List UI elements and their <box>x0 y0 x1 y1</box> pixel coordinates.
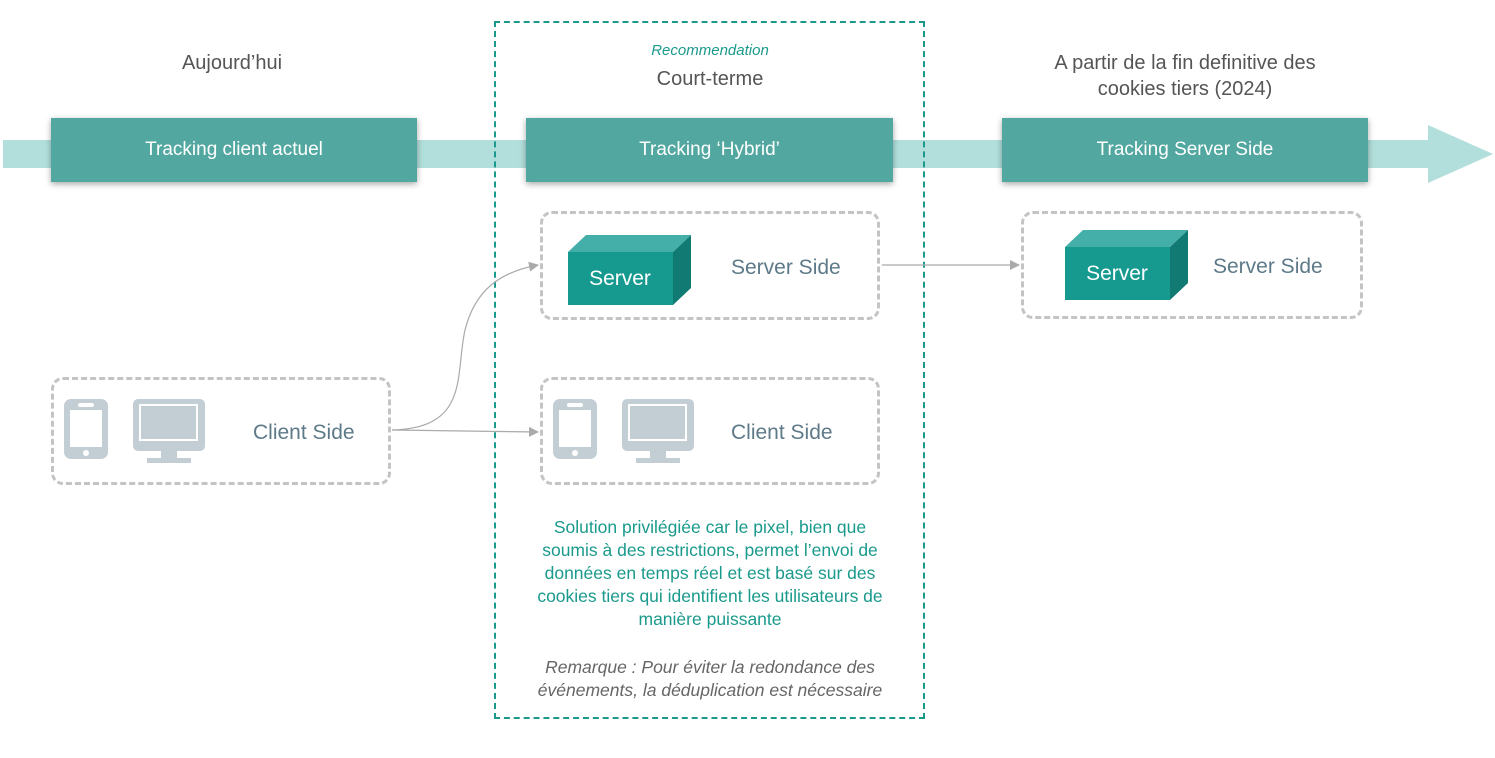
description-line: cookies tiers qui identifient les utilis… <box>537 586 883 606</box>
description-line: données en temps réel et est basé sur de… <box>544 563 876 583</box>
connector-client-to-server-hybrid <box>391 261 539 431</box>
description-line: soumis à des restrictions, permet l’envo… <box>542 540 878 560</box>
monitor-icon <box>133 399 205 463</box>
server-cube-label: Server <box>1086 262 1148 285</box>
recommendation-description: Solution privilégiée car le pixel, bien … <box>500 516 920 631</box>
connector-client-to-client-hybrid <box>391 426 539 437</box>
smartphone-icon <box>64 399 108 459</box>
description-line: Solution privilégiée car le pixel, bien … <box>553 517 867 537</box>
remark-line: Remarque : Pour éviter la redondance des <box>545 657 875 677</box>
diagram-graphics: Server Server <box>64 230 1188 463</box>
remark-note: Remarque : Pour éviter la redondance des… <box>500 656 920 702</box>
server-cube-icon: Server <box>1065 230 1188 300</box>
server-cube-label: Server <box>589 267 651 290</box>
monitor-icon <box>622 399 694 463</box>
description-line: manière puissante <box>638 609 782 629</box>
remark-line: événements, la déduplication est nécessa… <box>537 680 883 700</box>
smartphone-icon <box>553 399 597 459</box>
server-cube-icon: Server <box>568 235 691 305</box>
